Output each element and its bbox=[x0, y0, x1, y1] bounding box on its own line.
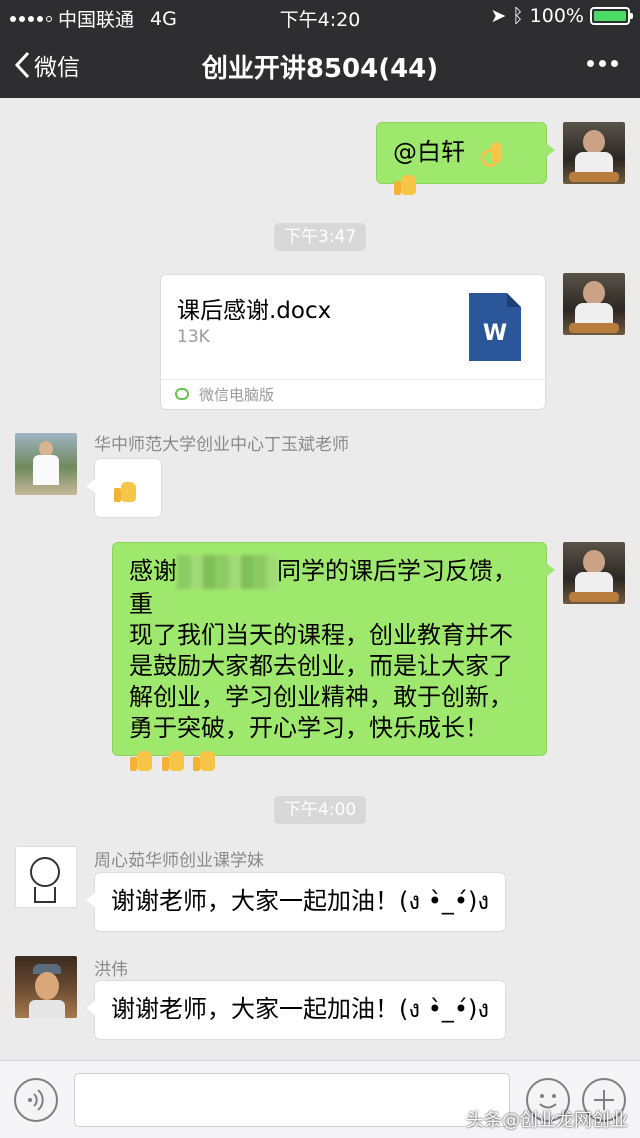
sender-name: 华中师范大学创业中心丁玉斌老师 bbox=[94, 435, 349, 455]
watermark: 头条@创业龙网创业 bbox=[466, 1110, 628, 1131]
more-icon[interactable] bbox=[587, 60, 618, 67]
blurred-name bbox=[177, 555, 277, 589]
file-source: 微信电脑版 bbox=[161, 379, 545, 409]
thumbs-up-icon bbox=[129, 748, 153, 772]
file-name: 课后感谢.docx bbox=[177, 298, 332, 324]
status-bar: 中国联通 4G 下午4:20 ➤ ᛒ 100% bbox=[0, 0, 640, 32]
message-text: @白轩 bbox=[393, 138, 465, 166]
avatar-me[interactable] bbox=[563, 273, 625, 335]
message-bubble[interactable] bbox=[86, 458, 162, 518]
timestamp: 下午4:00 bbox=[274, 796, 367, 824]
message-line: 现了我们当天的课程，创业教育并不 bbox=[129, 621, 513, 649]
avatar-teacher[interactable] bbox=[15, 433, 77, 495]
file-size: 13K bbox=[177, 327, 210, 347]
word-file-icon: W bbox=[469, 293, 521, 361]
sender-name: 周心茹华师创业课学妹 bbox=[94, 851, 264, 871]
voice-button[interactable] bbox=[14, 1078, 58, 1122]
location-icon: ➤ bbox=[490, 5, 507, 27]
word-file-letter: W bbox=[482, 321, 508, 346]
chat-title: 创业开讲8504(44) bbox=[201, 54, 439, 84]
chat-area[interactable]: @白轩 下午3:47 课后感谢.docx 13K W 微信电脑版 华中师范大学创… bbox=[0, 98, 640, 1060]
thumbs-up-icon bbox=[393, 172, 417, 196]
message-line bbox=[129, 744, 530, 775]
message-input[interactable] bbox=[74, 1073, 510, 1127]
battery-icon bbox=[590, 7, 633, 25]
battery-percent: 100% bbox=[529, 5, 584, 27]
message-text: 谢谢老师，大家一起加油！(ง •̀_•́)ง bbox=[111, 995, 490, 1023]
message-bubble[interactable]: 感谢 同学的课后学习反馈，重 现了我们当天的课程，创业教育并不 是鼓励大家都去创业… bbox=[112, 542, 555, 771]
pc-wechat-icon bbox=[175, 388, 189, 400]
avatar-hongwei[interactable] bbox=[15, 956, 77, 1018]
thumbs-up-icon bbox=[113, 479, 137, 503]
thumbs-up-icon bbox=[192, 748, 216, 772]
message-text: 感谢 bbox=[129, 557, 177, 585]
message-bubble[interactable]: @白轩 bbox=[376, 122, 555, 195]
bluetooth-icon: ᛒ bbox=[512, 5, 524, 27]
avatar-student[interactable] bbox=[15, 846, 77, 908]
thumbs-up-icon bbox=[161, 748, 185, 772]
message-bubble[interactable]: 谢谢老师，大家一起加油！(ง •̀_•́)ง bbox=[86, 872, 506, 932]
file-message[interactable]: 课后感谢.docx 13K W 微信电脑版 bbox=[160, 274, 546, 410]
top-bar: 中国联通 4G 下午4:20 ➤ ᛒ 100% 微信 创业开讲8504(44) bbox=[0, 0, 640, 98]
message-line: 是鼓励大家都去创业，而是让大家了 bbox=[129, 652, 513, 680]
message-line: 解创业，学习创业精神，敢于创新， bbox=[129, 683, 513, 711]
file-source-label: 微信电脑版 bbox=[199, 386, 275, 404]
input-bar: 头条@创业龙网创业 bbox=[0, 1060, 640, 1138]
message-text: 谢谢老师，大家一起加油！(ง •̀_•́)ง bbox=[111, 887, 490, 915]
avatar-me[interactable] bbox=[563, 122, 625, 184]
sender-name: 洪伟 bbox=[94, 960, 128, 980]
voice-icon bbox=[28, 1089, 44, 1111]
ok-hand-icon bbox=[479, 141, 503, 167]
message-bubble[interactable]: 谢谢老师，大家一起加油！(ง •̀_•́)ง bbox=[86, 980, 506, 1040]
message-line: 勇于突破，开心学习，快乐成长！ bbox=[129, 714, 489, 742]
avatar-me[interactable] bbox=[563, 542, 625, 604]
nav-bar: 微信 创业开讲8504(44) bbox=[0, 32, 640, 98]
battery-fill bbox=[594, 11, 626, 21]
message-line: 感谢 同学的课后学习反馈，重 bbox=[129, 555, 530, 620]
timestamp: 下午3:47 bbox=[274, 223, 367, 251]
